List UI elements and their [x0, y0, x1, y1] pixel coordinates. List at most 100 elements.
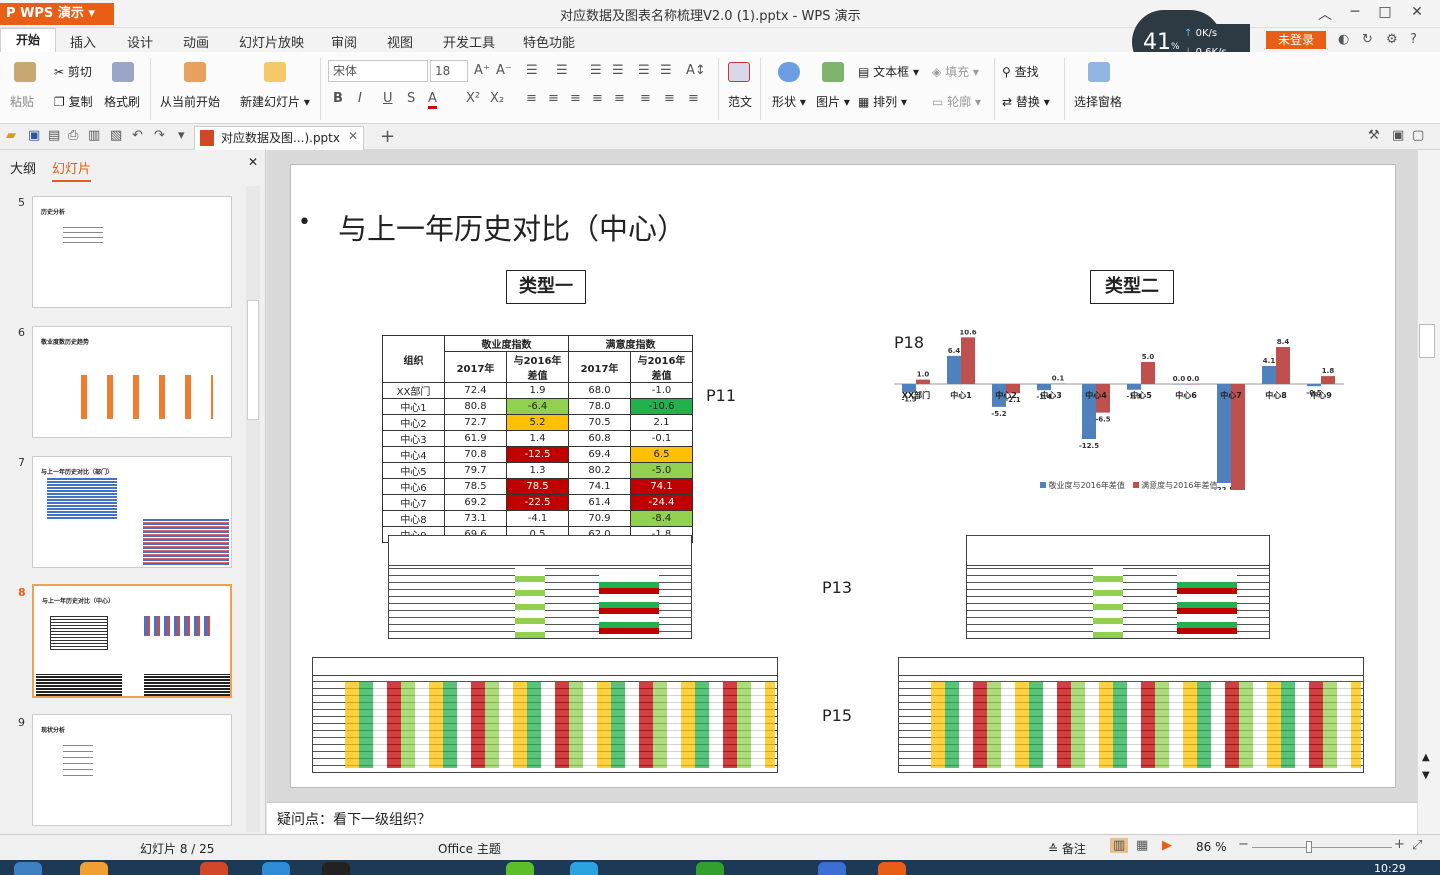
type2-label[interactable]: 类型二	[1090, 270, 1174, 304]
font-size-select[interactable]: 18	[430, 60, 468, 82]
textbox-button[interactable]: ▤ 文本框 ▾	[858, 63, 919, 80]
zoom-out-icon[interactable]: −	[1238, 837, 1249, 852]
tab-design[interactable]: 设计	[127, 32, 153, 51]
next-slide-icon[interactable]: ▼	[1422, 770, 1430, 781]
slide-thumbnail[interactable]: 与上一年历史对比（部门）	[32, 456, 232, 568]
login-button[interactable]: 未登录	[1266, 31, 1326, 49]
zoom-slider[interactable]	[1252, 847, 1392, 848]
zoom-in-icon[interactable]: +	[1394, 837, 1405, 852]
vertical-scrollbar[interactable]	[1417, 150, 1440, 834]
font-name-select[interactable]: 宋体	[328, 60, 428, 82]
normal-view-icon[interactable]: ▥	[1110, 838, 1129, 853]
document-tab[interactable]: 对应数据及图...).pptx	[194, 126, 364, 150]
mini-table-p15-right[interactable]	[898, 657, 1364, 773]
play-from-current-icon[interactable]	[184, 62, 206, 82]
notes-pane[interactable]: 疑问点：看下一级组织？	[267, 802, 1417, 834]
tab-start[interactable]: 开始	[0, 28, 56, 52]
cut-button[interactable]: ✂ 剪切	[54, 63, 92, 80]
arrange-button[interactable]: ▦ 排列 ▾	[858, 93, 907, 110]
taskbar-app-icon[interactable]	[506, 862, 534, 875]
picture-icon[interactable]	[822, 62, 844, 82]
outline-button[interactable]: ▭ 轮廓 ▾	[932, 93, 981, 110]
customize-qat-icon[interactable]: ▾	[178, 128, 185, 143]
replace-button[interactable]: ⇄ 替换 ▾	[1002, 93, 1050, 110]
format-painter-icon[interactable]	[112, 62, 134, 82]
align-center-icon[interactable]: ≡	[548, 91, 559, 106]
paste-button[interactable]: 粘贴	[10, 93, 34, 110]
type1-label[interactable]: 类型一	[506, 270, 586, 304]
tab-slides[interactable]: 幻灯片	[52, 158, 92, 182]
page-ref-p11[interactable]: P11	[706, 386, 736, 405]
shape-icon[interactable]	[778, 62, 800, 82]
comparison-table[interactable]: 组织 敬业度指数 满意度指数 2017年 与2016年差值 2017年 与201…	[382, 335, 693, 543]
new-tab-icon[interactable]: +	[380, 126, 395, 147]
page-ref-p15[interactable]: P15	[822, 706, 852, 725]
from-current-button[interactable]: 从当前开始	[160, 93, 220, 110]
window-mode-icon[interactable]: ▣	[1392, 128, 1404, 143]
subscript-icon[interactable]: X₂	[490, 91, 504, 106]
redo-icon[interactable]: ↷	[154, 128, 165, 143]
reading-view-icon[interactable]: ▶	[1162, 838, 1172, 853]
tab-features[interactable]: 特色功能	[523, 32, 575, 51]
align-left-icon[interactable]: ≡	[526, 91, 537, 106]
new-slide-icon[interactable]	[264, 62, 286, 82]
help-icon[interactable]: ?	[1410, 32, 1417, 47]
close-button[interactable]: ✕	[1402, 4, 1432, 24]
taskbar-app-icon[interactable]	[818, 862, 846, 875]
tab-review[interactable]: 审阅	[331, 32, 357, 51]
tab-view[interactable]: 视图	[387, 32, 413, 51]
slide-thumbnail[interactable]: 历史分析	[32, 196, 232, 308]
underline-icon[interactable]: U	[383, 91, 393, 106]
taskbar-app-icon[interactable]	[200, 862, 228, 875]
paste-icon[interactable]	[14, 62, 36, 82]
selection-pane-icon[interactable]	[1088, 62, 1110, 82]
taskbar-app-icon[interactable]	[570, 862, 598, 875]
font-color-icon[interactable]: A	[428, 91, 437, 109]
slide-thumbnail-selected[interactable]: 与上一年历史对比（中心）	[32, 584, 232, 698]
zoom-level[interactable]: 86 %	[1196, 840, 1227, 854]
numbering-icon[interactable]: ☰	[556, 63, 568, 78]
outdent-icon[interactable]: ☰	[612, 63, 624, 78]
tab-insert[interactable]: 插入	[70, 32, 96, 51]
open-icon[interactable]: ▰	[6, 128, 16, 143]
slide-heading[interactable]: 与上一年历史对比（中心）	[338, 206, 686, 248]
panel-close-icon[interactable]: ✕	[248, 155, 258, 169]
sample-button[interactable]: 范文	[728, 93, 752, 110]
strikethrough-icon[interactable]: S	[407, 91, 415, 106]
fill-button[interactable]: ◈ 填充 ▾	[932, 63, 979, 80]
export-pdf-icon[interactable]: ▤	[48, 128, 60, 143]
shrink-font-icon[interactable]: A⁻	[496, 63, 512, 78]
print-preview-icon[interactable]: ▥	[88, 128, 100, 143]
panel-scroll-thumb[interactable]	[247, 300, 259, 420]
copy-button[interactable]: ❐ 复制	[54, 93, 93, 110]
slide-thumbnail[interactable]: 现状分析	[32, 714, 232, 826]
find-button[interactable]: ⚲ 查找	[1002, 63, 1039, 80]
shape-button[interactable]: 形状 ▾	[772, 93, 806, 110]
taskbar-app-icon[interactable]	[878, 862, 906, 875]
maximize-button[interactable]: □	[1370, 4, 1400, 24]
spellcheck-icon[interactable]: ▧	[110, 128, 122, 143]
taskbar-app-icon[interactable]	[696, 862, 724, 875]
picture-button[interactable]: 图片 ▾	[816, 93, 850, 110]
grow-font-icon[interactable]: A⁺	[474, 63, 490, 78]
print-icon[interactable]: ⎙	[68, 128, 78, 143]
slide-thumbnail[interactable]: 敬业度数历史趋势	[32, 326, 232, 438]
bullets-icon[interactable]: ☰	[526, 63, 538, 78]
taskbar-app-icon[interactable]	[322, 862, 350, 875]
notes-text[interactable]: 疑问点：看下一级组织？	[277, 812, 431, 828]
text-direction-icon[interactable]: A↕	[686, 63, 706, 78]
tab-developer[interactable]: 开发工具	[443, 32, 495, 51]
start-icon[interactable]	[14, 862, 42, 875]
tab-slideshow[interactable]: 幻灯片放映	[239, 32, 304, 51]
settings-icon[interactable]: ⚙	[1386, 32, 1398, 47]
justify-icon[interactable]: ≡	[592, 91, 603, 106]
indent-icon[interactable]: ☰	[590, 63, 602, 78]
para-spacing-icon[interactable]: ≡	[640, 91, 651, 106]
skin-icon[interactable]: ◐	[1338, 32, 1349, 47]
italic-icon[interactable]: I	[358, 91, 362, 106]
undo-icon[interactable]: ↶	[132, 128, 143, 143]
prev-slide-icon[interactable]: ▲	[1422, 752, 1430, 763]
bold-icon[interactable]: B	[333, 91, 343, 106]
save-icon[interactable]: ▣	[28, 128, 40, 143]
tab-outline[interactable]: 大纲	[10, 158, 36, 177]
